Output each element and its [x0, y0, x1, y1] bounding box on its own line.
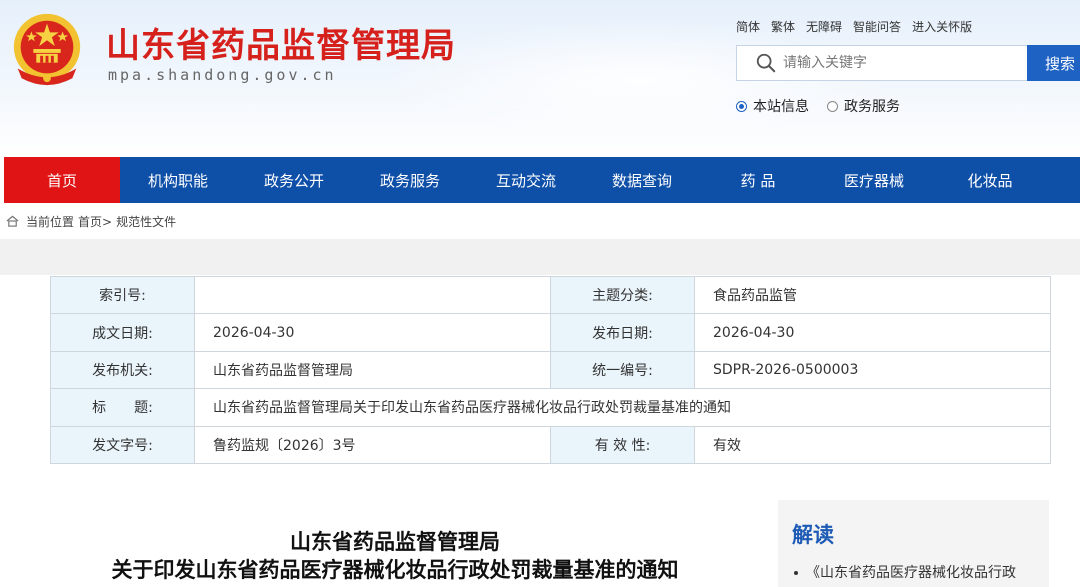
- search-box: [736, 45, 1028, 81]
- breadcrumb: 当前位置 首页> 规范性文件: [0, 203, 1080, 239]
- interpretation-panel: 解读 《山东省药品医疗器械化妆品行政: [778, 500, 1049, 587]
- nav-item-gov-service[interactable]: 政务服务: [352, 157, 468, 203]
- meta-label: 标 题:: [50, 388, 195, 427]
- link-traditional[interactable]: 繁体: [771, 18, 795, 35]
- meta-value: 山东省药品监督管理局: [194, 350, 551, 390]
- document-meta-table: 索引号: 主题分类: 食品药品监管 成文日期: 2026-04-30 发布日期:…: [50, 275, 1051, 464]
- home-icon: [6, 215, 19, 227]
- meta-value: 2026-04-30: [194, 313, 551, 352]
- meta-label: 成文日期:: [50, 313, 195, 352]
- article-title-line1: 山东省药品监督管理局: [290, 530, 500, 554]
- nav-item-interaction[interactable]: 互动交流: [468, 157, 584, 203]
- link-simplified[interactable]: 简体: [736, 18, 760, 35]
- breadcrumb-home[interactable]: 首页>: [78, 213, 112, 230]
- article-title: 山东省药品监督管理局 关于印发山东省药品医疗器械化妆品行政处罚裁量基准的通知: [50, 528, 740, 584]
- meta-label: 统一编号:: [550, 350, 695, 390]
- radio-unselected[interactable]: [827, 100, 838, 112]
- meta-label: 发布日期:: [550, 313, 695, 352]
- scope-label: 政务服务: [844, 99, 900, 115]
- validity-status: 有效: [694, 425, 1051, 464]
- meta-value-title: 山东省药品监督管理局关于印发山东省药品医疗器械化妆品行政处罚裁量基准的通知: [194, 388, 1051, 427]
- link-accessibility[interactable]: 无障碍: [806, 18, 842, 35]
- national-emblem-icon: [13, 13, 81, 86]
- meta-label: 主题分类:: [550, 275, 695, 315]
- table-row: 发布机关: 山东省药品监督管理局 统一编号: SDPR-2026-0500003: [50, 350, 1051, 390]
- link-care-version[interactable]: 进入关怀版: [912, 18, 972, 35]
- article-title-line2: 关于印发山东省药品医疗器械化妆品行政处罚裁量基准的通知: [111, 558, 679, 582]
- nav-item-home[interactable]: 首页: [4, 157, 120, 203]
- meta-value: 2026-04-30: [694, 313, 1051, 352]
- scope-label: 本站信息: [753, 99, 809, 115]
- meta-label: 发布机关:: [50, 350, 195, 390]
- nav-item-medical-devices[interactable]: 医疗器械: [816, 157, 932, 203]
- meta-label: 索引号:: [50, 275, 195, 315]
- meta-label: 发文字号:: [50, 425, 195, 464]
- scope-gov-service[interactable]: 政务服务: [827, 96, 900, 116]
- link-smart-qa[interactable]: 智能问答: [853, 18, 901, 35]
- site-domain: mpa.shandong.gov.cn: [108, 66, 337, 84]
- nav-item-gov-affairs[interactable]: 政务公开: [236, 157, 352, 203]
- bullet-icon: [794, 571, 798, 575]
- table-row: 成文日期: 2026-04-30 发布日期: 2026-04-30: [50, 313, 1051, 352]
- meta-value: 食品药品监管: [694, 275, 1051, 315]
- breadcrumb-prefix: 当前位置: [26, 214, 75, 229]
- interpretation-link-text: 《山东省药品医疗器械化妆品行政: [806, 565, 1016, 581]
- table-row: 标 题: 山东省药品监督管理局关于印发山东省药品医疗器械化妆品行政处罚裁量基准的…: [50, 388, 1051, 427]
- radio-selected[interactable]: [736, 100, 747, 112]
- search-input[interactable]: [783, 48, 1013, 78]
- table-row: 索引号: 主题分类: 食品药品监管: [50, 275, 1051, 315]
- nav-item-drugs[interactable]: 药 品: [700, 157, 816, 203]
- interpretation-link[interactable]: 《山东省药品医疗器械化妆品行政: [792, 562, 1016, 582]
- search-icon: [756, 53, 776, 73]
- meta-value: 鲁药监规〔2026〕3号: [194, 425, 551, 464]
- scope-site-info[interactable]: 本站信息: [736, 96, 809, 116]
- nav-item-cosmetics[interactable]: 化妆品: [932, 157, 1048, 203]
- search-scope: 本站信息 政务服务: [736, 96, 900, 116]
- main-nav: 首页 机构职能 政务公开 政务服务 互动交流 数据查询 药 品 医疗器械 化妆品: [4, 157, 1080, 203]
- meta-label: 有 效 性:: [550, 425, 695, 464]
- top-links: 简体 繁体 无障碍 智能问答 进入关怀版: [736, 18, 972, 35]
- breadcrumb-current[interactable]: 规范性文件: [116, 213, 176, 230]
- site-header: 山东省药品监督管理局 mpa.shandong.gov.cn 简体 繁体 无障碍…: [0, 0, 1080, 157]
- table-row: 发文字号: 鲁药监规〔2026〕3号 有 效 性: 有效: [50, 425, 1051, 464]
- nav-item-data-query[interactable]: 数据查询: [584, 157, 700, 203]
- nav-item-institution[interactable]: 机构职能: [120, 157, 236, 203]
- meta-value: [194, 275, 551, 315]
- search-button[interactable]: 搜索: [1027, 45, 1080, 81]
- divider-band: [0, 239, 1080, 275]
- meta-value: SDPR-2026-0500003: [694, 350, 1051, 390]
- site-title[interactable]: 山东省药品监督管理局: [106, 18, 456, 67]
- interpretation-heading: 解读: [792, 523, 834, 547]
